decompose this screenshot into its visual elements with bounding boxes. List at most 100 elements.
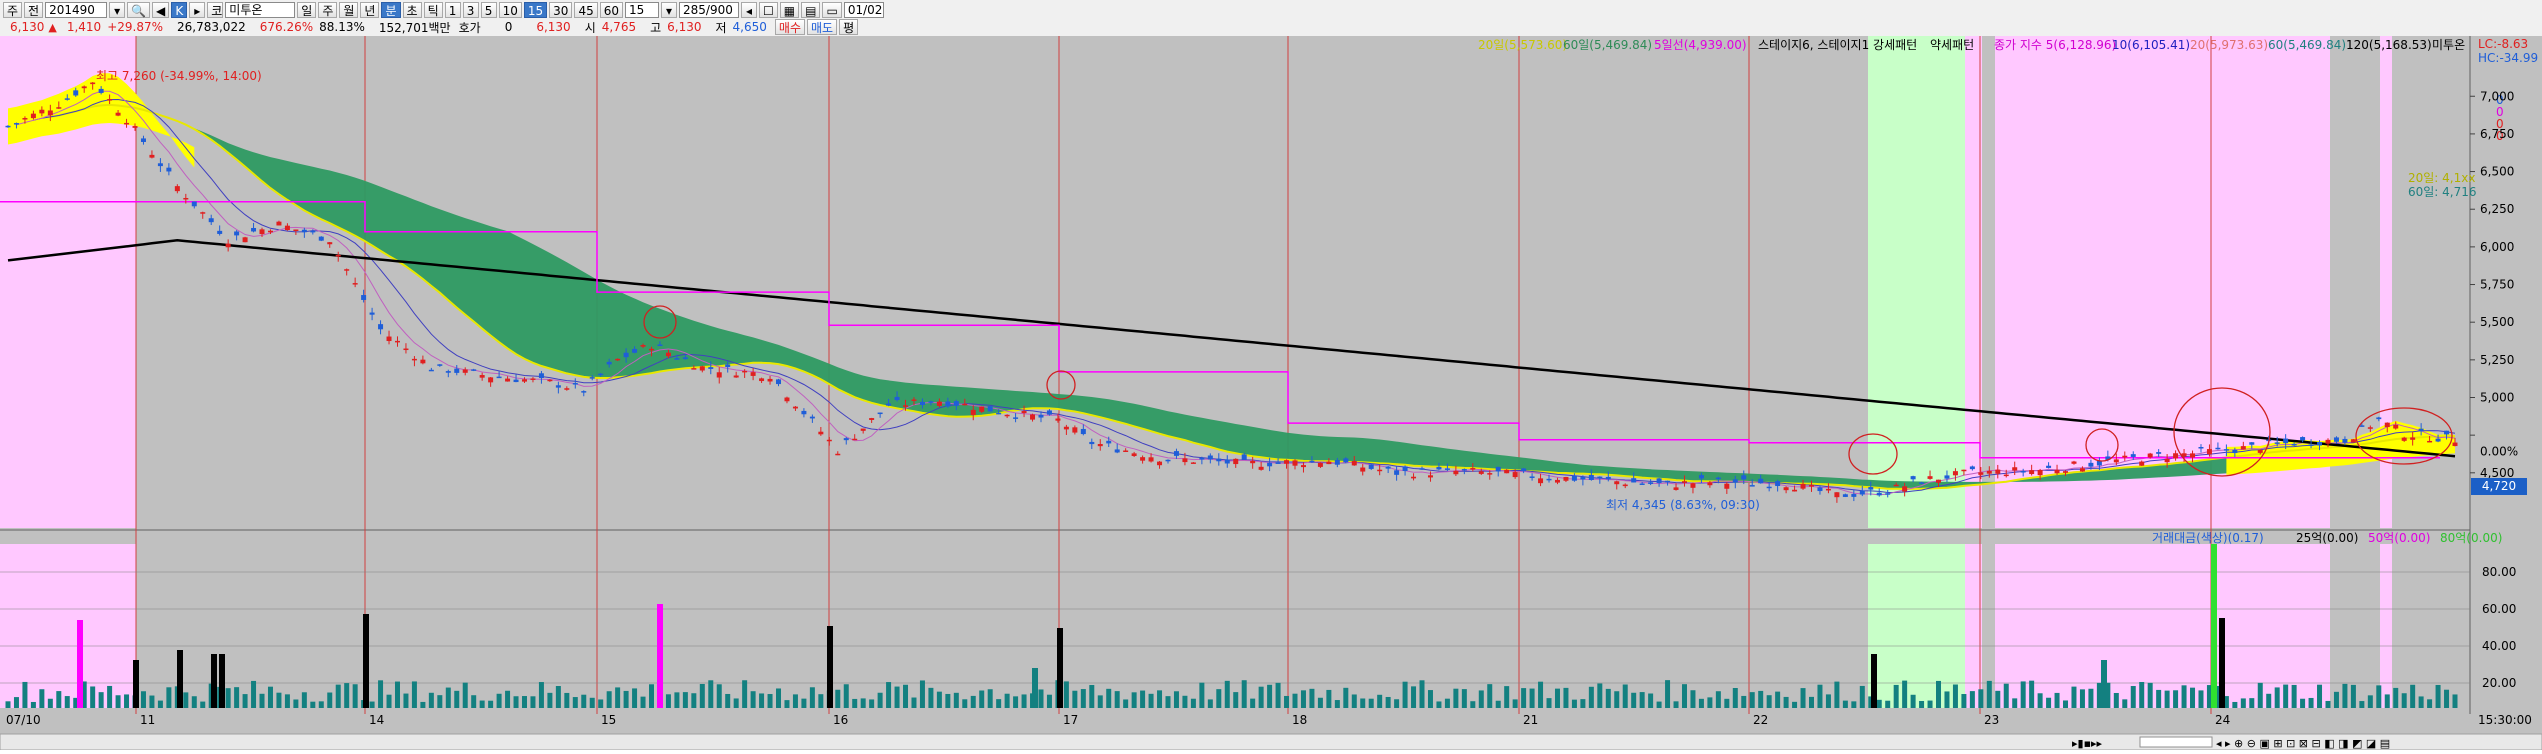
stock-code-input[interactable]: 201490 bbox=[45, 2, 108, 18]
checkbox-icon[interactable]: ☐ bbox=[759, 2, 778, 18]
candle-body bbox=[1419, 468, 1425, 470]
volume-bar bbox=[2130, 686, 2136, 708]
period-type-select[interactable]: 주 bbox=[3, 2, 23, 18]
chevron-icon[interactable]: ▸ bbox=[189, 2, 206, 18]
volume-bar bbox=[22, 681, 28, 708]
period-minute-button[interactable]: 분 bbox=[381, 2, 401, 18]
stock-code-dropdown-icon[interactable]: ▾ bbox=[109, 2, 126, 18]
interval-30-button[interactable]: 30 bbox=[549, 2, 573, 18]
scroll-first-icon[interactable]: ▸▮▪▸▸ bbox=[2072, 737, 2103, 750]
period-year-button[interactable]: 년 bbox=[360, 2, 380, 18]
grid-icon[interactable]: ▦ bbox=[779, 2, 800, 18]
candle-body bbox=[1030, 414, 1036, 420]
date-toggle-icon[interactable]: ▭ bbox=[822, 2, 842, 18]
volume-bar bbox=[801, 698, 807, 708]
candle-body bbox=[437, 364, 443, 366]
volume-bar bbox=[462, 682, 468, 708]
candle-chart-svg[interactable]: 20일(5,573.60) 60일(5,469.84) 5일선(4,939.00… bbox=[0, 36, 2542, 751]
period-month-button[interactable]: 월 bbox=[339, 2, 359, 18]
volume-spike-13 bbox=[1032, 668, 1038, 708]
volume-bar bbox=[1436, 701, 1442, 708]
lc-label: LC:-8.63 bbox=[2478, 37, 2528, 51]
count-field[interactable]: 285/900 bbox=[679, 2, 740, 18]
candle-body bbox=[1639, 483, 1645, 485]
candle-body bbox=[1698, 475, 1704, 479]
extra-button[interactable]: 평 bbox=[839, 19, 859, 35]
k-icon[interactable]: K bbox=[171, 2, 188, 18]
volume-bar bbox=[1554, 688, 1560, 708]
interval-input[interactable]: 15 bbox=[625, 2, 660, 18]
interval-5-button[interactable]: 5 bbox=[480, 2, 497, 18]
candle-body bbox=[2037, 469, 2043, 476]
volume-bar bbox=[1825, 694, 1831, 708]
zoom-controls-icon[interactable]: ◂ ▸ ⊕ ⊖ ▣ ⊞ ⊡ ⊠ ⊟ ◧ ◨ ◩ ◪ ▤ bbox=[2216, 737, 2390, 750]
volume-bar bbox=[1614, 691, 1620, 708]
volume-bar bbox=[716, 684, 722, 708]
low-annotation: 최저 4,345 (8.63%, 09:30) bbox=[1606, 498, 1760, 512]
candle-body bbox=[530, 378, 536, 380]
market-select[interactable]: 전 bbox=[24, 2, 44, 18]
volume-label-0: 80.00 bbox=[2482, 565, 2516, 579]
volume-bar bbox=[2003, 683, 2009, 708]
candle-body bbox=[649, 348, 655, 351]
volume-bar bbox=[2452, 694, 2458, 708]
legend-ma20-b: 20(5,973.63) bbox=[2190, 38, 2268, 52]
candle-body bbox=[894, 396, 900, 401]
interval-3-button[interactable]: 3 bbox=[462, 2, 479, 18]
candle-body bbox=[1792, 489, 1798, 492]
interval-45-button[interactable]: 45 bbox=[574, 2, 598, 18]
price-label-2: 6,500 bbox=[2480, 165, 2514, 179]
period-tick-button[interactable]: 틱 bbox=[423, 2, 443, 18]
volume-bar bbox=[1165, 696, 1171, 708]
volume-bar bbox=[1588, 686, 1594, 708]
candle-body bbox=[1707, 482, 1713, 486]
candle-body bbox=[73, 90, 79, 96]
sell-button[interactable]: 매도 bbox=[807, 19, 838, 35]
volume-bar bbox=[1529, 688, 1535, 708]
volume-bar bbox=[2317, 684, 2323, 708]
scroll-bar: ▸▮▪▸▸ ◂ ▸ ⊕ ⊖ ▣ ⊞ ⊡ ⊠ ⊟ ◧ ◨ ◩ ◪ ▤ bbox=[0, 733, 2542, 751]
interval-1-button[interactable]: 1 bbox=[444, 2, 461, 18]
volume-bar bbox=[344, 683, 350, 708]
settings-icon[interactable]: ▤ bbox=[801, 2, 821, 18]
buy-button[interactable]: 매수 bbox=[774, 19, 805, 35]
volume-bar bbox=[2113, 692, 2119, 708]
period-day-button[interactable]: 일 bbox=[297, 2, 317, 18]
volume-bar bbox=[818, 694, 824, 708]
volume-bar bbox=[1326, 689, 1332, 708]
date-field[interactable]: 01/02 bbox=[843, 2, 884, 18]
volume-bar bbox=[1148, 693, 1154, 708]
period-week-button[interactable]: 주 bbox=[318, 2, 338, 18]
candle-body bbox=[2359, 425, 2365, 427]
volume-bar bbox=[2054, 692, 2060, 708]
search-icon[interactable]: 🔍 bbox=[127, 2, 151, 18]
interval-10-button[interactable]: 10 bbox=[498, 2, 522, 18]
candle-body bbox=[2274, 442, 2280, 444]
period-second-button[interactable]: 초 bbox=[402, 2, 422, 18]
stock-name-field[interactable]: 미투온 bbox=[225, 2, 296, 18]
volume-bar bbox=[1927, 700, 1933, 708]
volume-bar bbox=[1470, 701, 1476, 708]
volume-bar bbox=[1368, 698, 1374, 708]
candle-body bbox=[124, 122, 130, 125]
interval-dropdown-icon[interactable]: ▾ bbox=[661, 2, 678, 18]
volume-bar bbox=[2283, 684, 2289, 708]
volume-bar bbox=[919, 680, 925, 708]
candle-body bbox=[2401, 437, 2407, 441]
volume-bar bbox=[792, 694, 798, 708]
chart-area[interactable]: 20일(5,573.60) 60일(5,469.84) 5일선(4,939.00… bbox=[0, 36, 2542, 751]
candle-body bbox=[979, 406, 985, 412]
interval-15-button[interactable]: 15 bbox=[523, 2, 548, 18]
candle-body bbox=[267, 230, 273, 233]
candle-body bbox=[361, 295, 367, 300]
zone-3 bbox=[1995, 36, 2012, 528]
scroll-thumb[interactable] bbox=[2139, 736, 2213, 748]
price-label-0: 7,000 bbox=[2480, 89, 2514, 103]
scroll-left-icon[interactable]: ◂ bbox=[741, 2, 758, 18]
volume-bar bbox=[225, 688, 231, 708]
volume-bar bbox=[259, 693, 265, 708]
volume-bar bbox=[1292, 693, 1298, 708]
volume-icon[interactable]: ◀ bbox=[152, 2, 170, 18]
volume-bar bbox=[1250, 698, 1256, 708]
interval-60-button[interactable]: 60 bbox=[599, 2, 624, 18]
